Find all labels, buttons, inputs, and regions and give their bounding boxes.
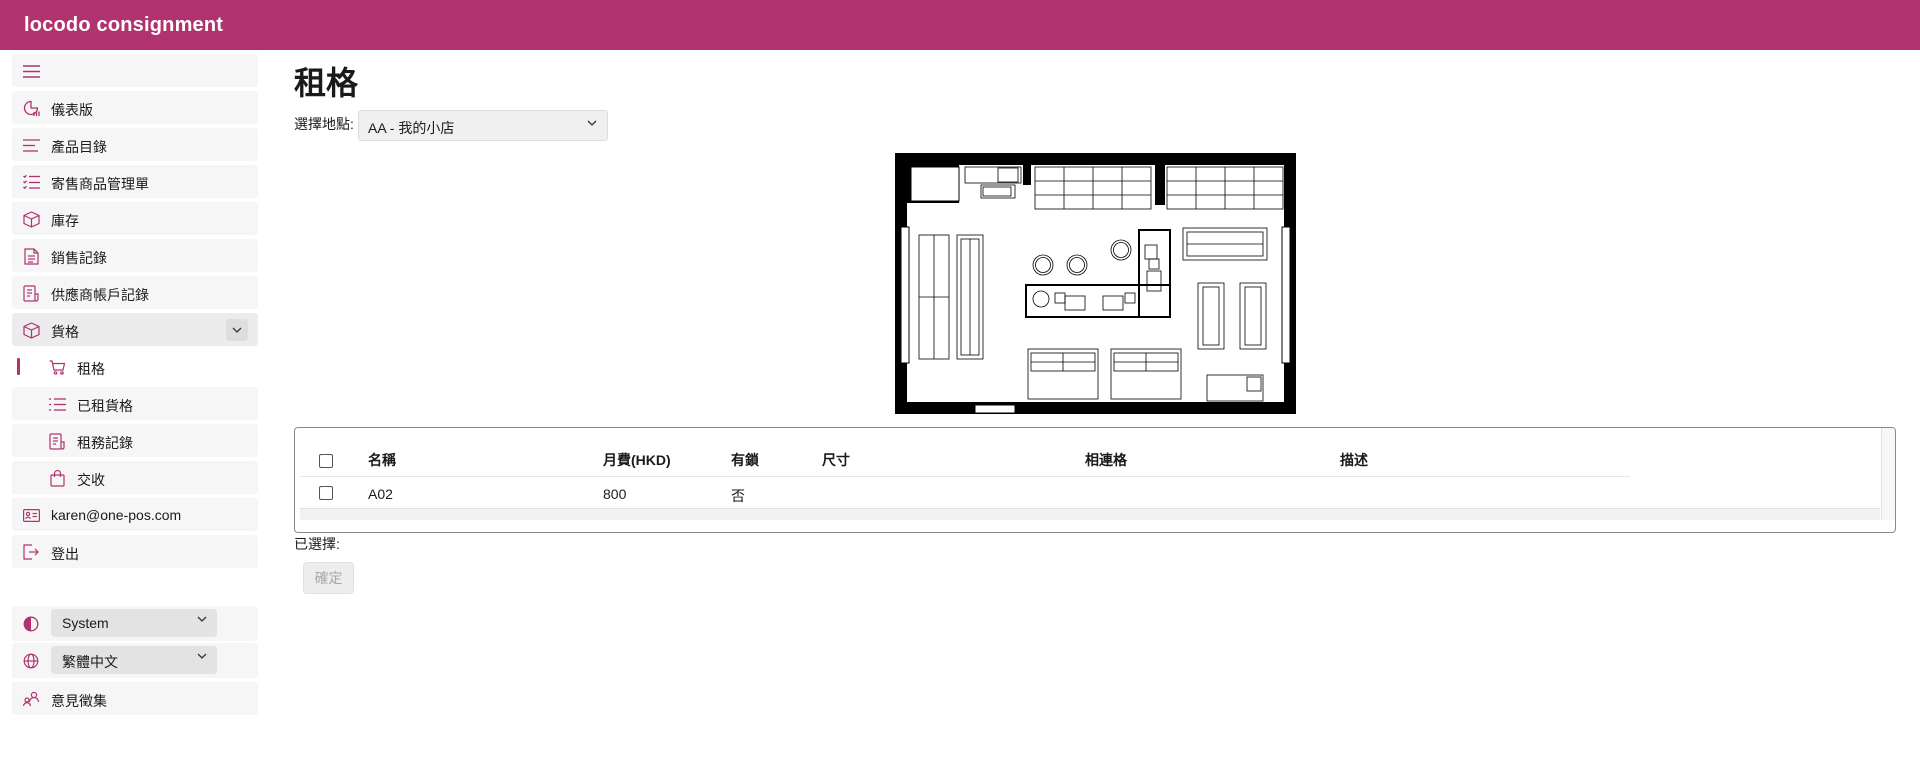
sidebar-item-logout[interactable]: 登出 [12,535,258,568]
chevron-down-icon [197,616,207,622]
dashboard-icon [22,99,40,117]
menu-toggle-button[interactable] [12,54,258,87]
theme-row: System [12,606,258,641]
shelf-table-card: 名稱 月費(HKD) 有鎖 尺寸 相連格 描述 A02 800 否 [294,427,1896,533]
sidebar-item-label: 貨格 [51,324,79,340]
column-header-size[interactable]: 尺寸 [822,450,850,470]
store-floor-plan[interactable] [895,153,1296,414]
sidebar-item-handover[interactable]: 交收 [12,461,258,494]
sidebar-item-dashboard[interactable]: 儀表版 [12,91,258,124]
sidebar-item-consignment-orders[interactable]: 寄售商品管理單 [12,165,258,198]
logout-icon [22,543,40,561]
id-card-icon [22,506,40,524]
column-header-linked[interactable]: 相連格 [1085,450,1127,470]
column-header-description[interactable]: 描述 [1340,450,1368,470]
hamburger-icon [22,62,40,80]
cell-fee: 800 [603,486,627,502]
language-select[interactable]: 繁體中文 [51,646,217,674]
sidebar-item-label: 租務記錄 [77,435,133,451]
sidebar-item-catalog[interactable]: 產品目錄 [12,128,258,161]
sidebar-item-rent-shelf[interactable]: 租格 [12,350,258,383]
table-header-row: 名稱 月費(HKD) 有鎖 尺寸 相連格 描述 [300,432,1630,477]
list-lines-icon [22,136,40,154]
sidebar-item-label: 已租貨格 [77,398,133,414]
sidebar-item-feedback[interactable]: 意見徵集 [12,682,258,715]
ledger-icon [48,432,66,450]
sidebar-item-label: 儀表版 [51,102,93,118]
app-brand[interactable]: locodo consignment [24,14,223,37]
location-label: 選擇地點: [294,116,354,132]
chevron-down-icon [197,653,207,659]
chevron-down-icon [587,120,597,126]
sidebar-item-account[interactable]: karen@one-pos.com [12,498,258,531]
top-bar: locodo consignment [0,0,1920,50]
document-icon [22,247,40,265]
chevron-down-icon [232,327,242,333]
table-row[interactable]: A02 800 否 [300,477,1630,509]
globe-icon [22,652,40,670]
collapse-toggle-button[interactable] [226,319,248,341]
box-icon [22,210,40,228]
column-header-name[interactable]: 名稱 [368,450,396,470]
shelf-table: 名稱 月費(HKD) 有鎖 尺寸 相連格 描述 A02 800 否 [300,432,1880,520]
sidebar-item-shelves[interactable]: 貨格 [12,313,258,346]
language-select-value: 繁體中文 [62,654,118,670]
checklist-icon [22,173,40,191]
cell-locked: 否 [731,488,745,504]
location-select-value: AA - 我的小店 [368,120,455,136]
contrast-icon [22,615,40,633]
sidebar-item-sales-records[interactable]: 銷售記錄 [12,239,258,272]
sidebar-item-label: 庫存 [51,213,79,229]
row-checkbox[interactable] [319,486,333,500]
vertical-scrollbar[interactable] [1881,428,1895,520]
column-header-fee[interactable]: 月費(HKD) [603,450,671,470]
column-header-locked[interactable]: 有鎖 [731,450,759,470]
sidebar-item-label: 供應商帳戶記錄 [51,287,149,303]
selected-label: 已選擇: [294,536,340,552]
user-email: karen@one-pos.com [51,507,182,523]
cell-name: A02 [368,486,393,502]
sidebar-item-label: 寄售商品管理單 [51,176,149,192]
cart-icon [48,358,66,376]
active-indicator [17,358,20,375]
theme-select-value: System [62,615,109,631]
location-select[interactable]: AA - 我的小店 [358,110,608,141]
page-title: 租格 [294,65,359,101]
sidebar-item-inventory[interactable]: 庫存 [12,202,258,235]
sidebar-item-label: 銷售記錄 [51,250,107,266]
sidebar-item-label: 登出 [51,546,79,562]
theme-select[interactable]: System [51,609,217,637]
sidebar-item-rental-records[interactable]: 租務記錄 [12,424,258,457]
box-icon [22,321,40,339]
ledger-icon [22,284,40,302]
sidebar-item-label: 交收 [77,472,105,488]
sidebar-item-rented-shelves[interactable]: 已租貨格 [12,387,258,420]
sidebar-item-label: 產品目錄 [51,139,107,155]
sidebar-item-label: 意見徵集 [51,693,107,709]
language-row: 繁體中文 [12,643,258,678]
list-icon [48,395,66,413]
horizontal-scrollbar[interactable] [300,508,1880,520]
select-all-checkbox[interactable] [319,454,333,468]
people-icon [22,690,40,708]
shopping-bag-icon [48,469,66,487]
confirm-button[interactable]: 確定 [303,562,354,594]
sidebar-item-supplier-account[interactable]: 供應商帳戶記錄 [12,276,258,309]
sidebar-item-label: 租格 [77,361,105,377]
